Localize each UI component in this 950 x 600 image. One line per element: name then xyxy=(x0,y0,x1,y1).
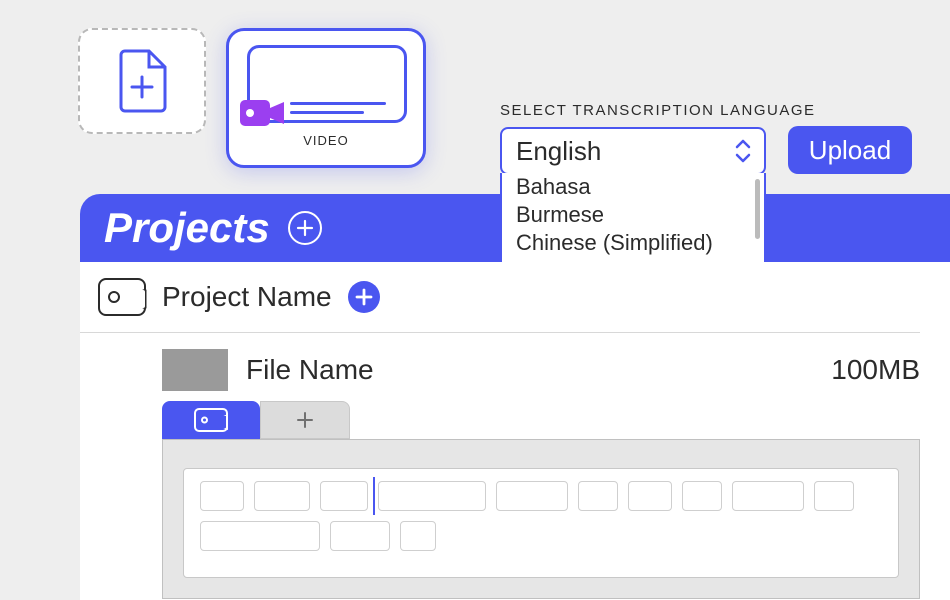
language-option[interactable]: Burmese xyxy=(502,201,764,229)
upload-button[interactable]: Upload xyxy=(788,126,912,174)
project-row: Project Name xyxy=(80,262,920,333)
editor-panel xyxy=(162,439,920,599)
camera-icon xyxy=(98,278,146,316)
word-token[interactable] xyxy=(320,481,368,511)
word-token[interactable] xyxy=(200,481,244,511)
plus-icon xyxy=(295,410,315,430)
video-camera-icon xyxy=(240,96,284,130)
add-project-button[interactable] xyxy=(288,211,322,245)
word-token[interactable] xyxy=(628,481,672,511)
word-token[interactable] xyxy=(378,481,486,511)
word-token[interactable] xyxy=(254,481,310,511)
chevron-updown-icon xyxy=(734,137,752,165)
editor-line xyxy=(200,521,882,551)
language-selected-value: English xyxy=(516,136,601,167)
scrollbar-thumb[interactable] xyxy=(755,179,760,239)
file-size: 100MB xyxy=(831,354,920,386)
plus-icon xyxy=(355,288,373,306)
word-token[interactable] xyxy=(400,521,436,551)
video-card[interactable]: VIDEO xyxy=(226,28,426,168)
add-file-button[interactable] xyxy=(348,281,380,313)
editor-tabs xyxy=(162,401,920,439)
word-token[interactable] xyxy=(814,481,854,511)
projects-heading: Projects xyxy=(104,204,270,252)
word-token[interactable] xyxy=(496,481,568,511)
file-plus-icon xyxy=(115,49,169,113)
video-card-lines xyxy=(290,96,386,114)
text-cursor xyxy=(373,477,375,515)
new-file-card[interactable] xyxy=(78,28,206,134)
file-thumbnail xyxy=(162,349,228,391)
project-name: Project Name xyxy=(162,281,332,313)
editor-line xyxy=(200,481,882,511)
language-option[interactable]: Bahasa xyxy=(502,173,764,201)
editor-document[interactable] xyxy=(183,468,899,578)
language-select-label: SELECT TRANSCRIPTION LANGUAGE xyxy=(500,102,816,119)
tab-add[interactable] xyxy=(260,401,350,439)
word-token[interactable] xyxy=(200,521,320,551)
language-option[interactable]: Chinese (Simplified) xyxy=(502,229,764,257)
tab-video[interactable] xyxy=(162,401,260,439)
word-token[interactable] xyxy=(330,521,390,551)
video-card-label: VIDEO xyxy=(247,133,405,148)
file-name: File Name xyxy=(246,354,813,386)
video-card-frame xyxy=(247,45,407,123)
camera-icon xyxy=(194,408,228,432)
content-area: Project Name File Name 100MB xyxy=(80,262,950,600)
word-token[interactable] xyxy=(578,481,618,511)
word-token[interactable] xyxy=(732,481,804,511)
word-token[interactable] xyxy=(682,481,722,511)
plus-icon xyxy=(296,219,314,237)
language-select[interactable]: English xyxy=(500,127,766,175)
file-row: File Name 100MB xyxy=(80,333,950,401)
